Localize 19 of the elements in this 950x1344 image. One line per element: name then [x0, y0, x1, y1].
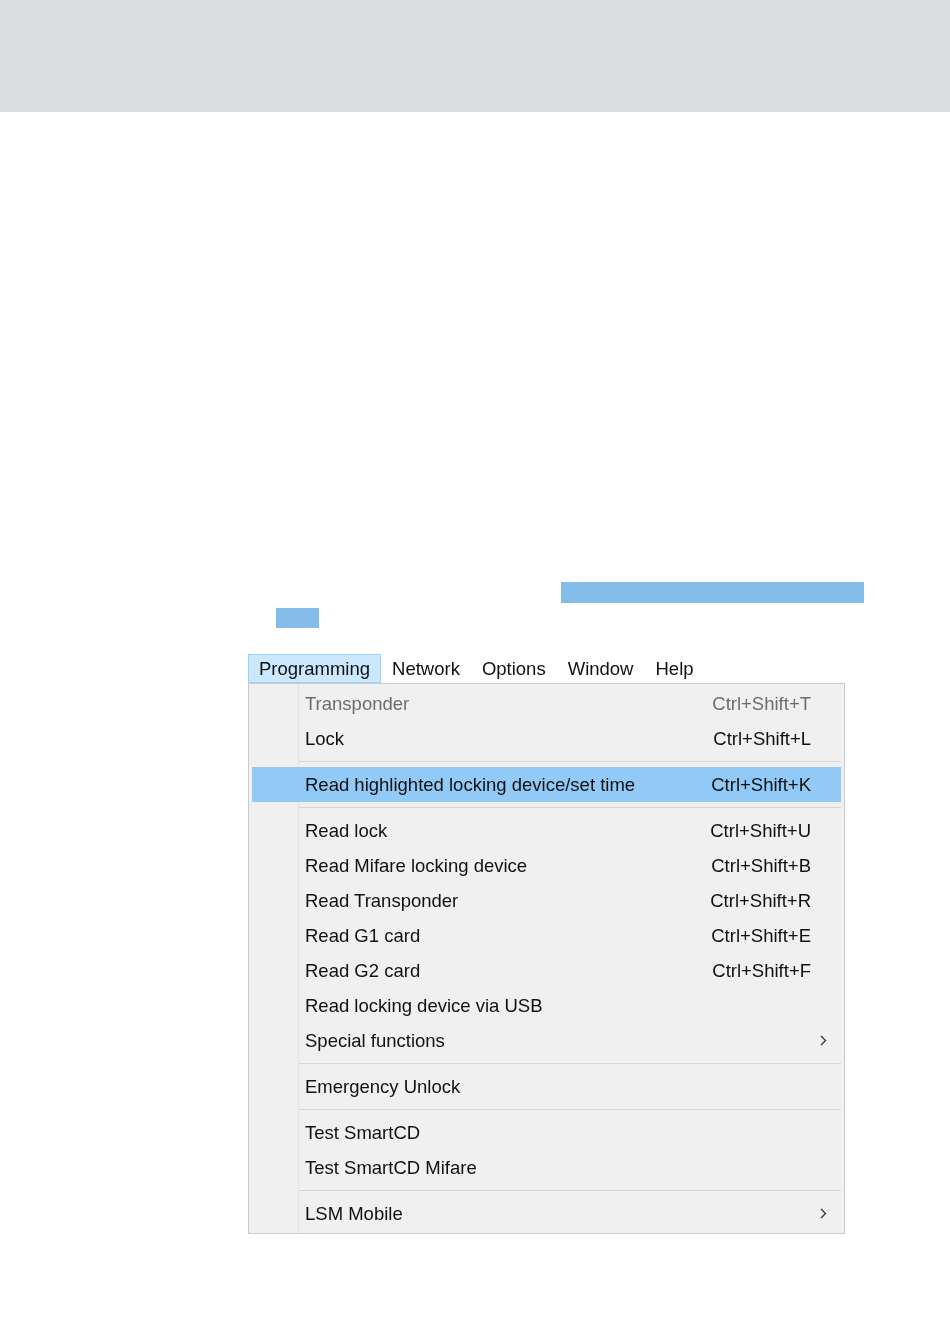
- menu-item[interactable]: Read G2 card Ctrl+Shift+F: [252, 953, 841, 988]
- menu-item[interactable]: Read locking device via USB: [252, 988, 841, 1023]
- menu-item[interactable]: Read Mifare locking device Ctrl+Shift+B: [252, 848, 841, 883]
- menu-tab[interactable]: Help: [644, 654, 705, 683]
- menu-item[interactable]: Special functions: [252, 1023, 841, 1058]
- menu-item[interactable]: Test SmartCD Mifare: [252, 1150, 841, 1185]
- menu-item[interactable]: Read Transponder Ctrl+Shift+R: [252, 883, 841, 918]
- menu-item[interactable]: Read G1 card Ctrl+Shift+E: [252, 918, 841, 953]
- menu-tab[interactable]: Network: [381, 654, 471, 683]
- menu-tab[interactable]: Window: [556, 654, 645, 683]
- menu-item[interactable]: Test SmartCD: [252, 1115, 841, 1150]
- menu-tab[interactable]: Options: [470, 654, 557, 683]
- menu-item[interactable]: LSM Mobile: [252, 1196, 841, 1231]
- highlight-bar: [276, 608, 319, 628]
- menu-item[interactable]: Emergency Unlock: [252, 1069, 841, 1104]
- menu-item[interactable]: Read lock Ctrl+Shift+U: [252, 813, 841, 848]
- menu-item[interactable]: Lock Ctrl+Shift+L: [252, 721, 841, 756]
- menu-item[interactable]: Read highlighted locking device/set time Ctrl+Shift+K: [252, 767, 841, 802]
- menu-tab[interactable]: Programming: [248, 654, 382, 683]
